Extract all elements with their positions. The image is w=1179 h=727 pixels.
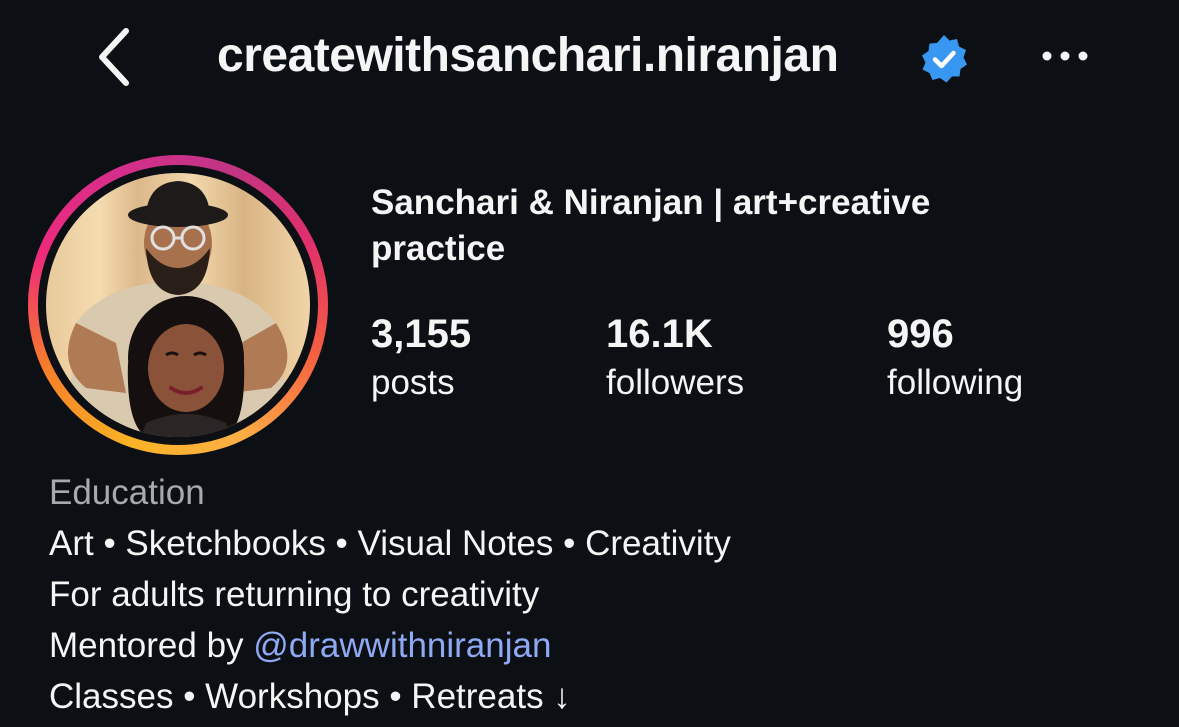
back-button[interactable] (86, 22, 142, 92)
followers-count[interactable]: 16.1K followers (606, 308, 744, 406)
followers-label: followers (606, 363, 745, 402)
display-name: Sanchari & Niranjan | art+creative pract… (371, 183, 931, 268)
bio-mentor-prefix: Mentored by (49, 626, 254, 665)
profile-category: Education (49, 473, 205, 512)
profile-username: createwithsanchari.niranjan (217, 29, 839, 82)
mention-link[interactable]: @drawwithniranjan (253, 626, 551, 665)
following-count[interactable]: 996 following (887, 308, 1023, 406)
following-value: 996 (887, 312, 954, 356)
posts-label: posts (371, 363, 455, 402)
verified-badge-icon (922, 35, 967, 83)
more-horizontal-icon (1042, 51, 1088, 61)
story-ring[interactable] (28, 155, 328, 455)
bio-line-2: For adults returning to creativity (49, 575, 540, 614)
avatar[interactable] (46, 173, 310, 437)
chevron-left-icon (99, 28, 129, 86)
posts-count[interactable]: 3,155 posts (371, 308, 471, 406)
bio-line-3: Mentored by @drawwithniranjan (49, 623, 551, 669)
profile-photo (46, 173, 310, 437)
bio-line-4: Classes • Workshops • Retreats ↓ (49, 677, 571, 716)
followers-value: 16.1K (606, 312, 713, 356)
following-label: following (887, 363, 1024, 402)
more-options-button[interactable] (1032, 36, 1098, 76)
posts-value: 3,155 (371, 312, 472, 356)
bio-line-1: Art • Sketchbooks • Visual Notes • Creat… (49, 524, 731, 563)
